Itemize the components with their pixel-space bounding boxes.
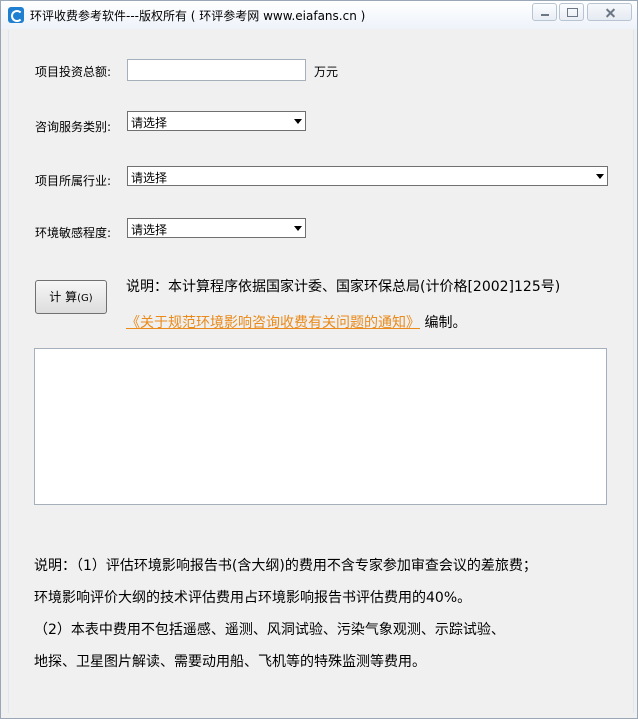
maximize-icon (560, 4, 583, 20)
minimize-icon (533, 4, 556, 20)
note-link-line: 《关于规范环境影响咨询收费有关问题的通知》 编制。 (126, 312, 466, 332)
result-box[interactable] (34, 348, 607, 505)
industry-selected: 请选择 (131, 171, 168, 185)
investment-input[interactable] (127, 59, 306, 81)
calculate-label: 计 算 (49, 290, 78, 304)
sensitivity-label: 环境敏感程度: (35, 226, 112, 240)
close-icon (588, 4, 631, 20)
service-select[interactable]: 请选择 (127, 111, 306, 131)
service-label: 咨询服务类别: (35, 120, 112, 134)
industry-select[interactable]: 请选择 (127, 166, 608, 186)
sensitivity-selected: 请选择 (131, 223, 168, 237)
dropdown-arrow-icon (294, 119, 302, 124)
dropdown-arrow-icon (596, 174, 604, 179)
minimize-button[interactable] (532, 3, 557, 21)
dropdown-arrow-icon (294, 226, 302, 231)
footer-notes: 说明：（1）评估环境影响报告书(含大纲)的费用不含专家参加审查会议的差旅费； 环… (34, 550, 624, 678)
footer-line-1: 说明：（1）评估环境影响报告书(含大纲)的费用不含专家参加审查会议的差旅费； (34, 558, 537, 574)
footer-line-4: 地探、卫星图片解读、需要动用船、飞机等的特殊监测等费用。 (34, 654, 426, 670)
note-text: 说明：本计算程序依据国家计委、国家环保总局(计价格[2002]125号) (126, 279, 561, 295)
main-panel: 项目投资总额: 万元 咨询服务类别: 请选择 项目所属行业: 请选择 环境敏感程… (8, 30, 634, 713)
window-title: 环评收费参考软件---版权所有 ( 环评参考网 www.eiafans.cn ) (30, 9, 366, 23)
title-bar[interactable]: 环评收费参考软件---版权所有 ( 环评参考网 www.eiafans.cn ) (1, 1, 637, 29)
calculate-accelerator: (G) (77, 293, 93, 304)
investment-unit: 万元 (314, 65, 339, 79)
app-window: 环评收费参考软件---版权所有 ( 环评参考网 www.eiafans.cn )… (0, 0, 638, 719)
close-button[interactable] (587, 3, 632, 21)
investment-label: 项目投资总额: (35, 65, 112, 79)
service-selected: 请选择 (131, 116, 168, 130)
note-suffix: 编制。 (420, 315, 467, 331)
app-icon (8, 7, 24, 23)
footer-line-3: （2）本表中费用不包括遥感、遥测、风洞试验、污染气象观测、示踪试验、 (34, 622, 505, 638)
calculate-button[interactable]: 计 算(G) (35, 280, 107, 314)
footer-line-2: 环境影响评价大纲的技术评估费用占环境影响报告书评估费用的40%。 (34, 590, 472, 606)
sensitivity-select[interactable]: 请选择 (127, 218, 306, 238)
regulation-link[interactable]: 《关于规范环境影响咨询收费有关问题的通知》 (126, 315, 420, 331)
industry-label: 项目所属行业: (35, 174, 112, 188)
maximize-button[interactable] (559, 3, 584, 21)
